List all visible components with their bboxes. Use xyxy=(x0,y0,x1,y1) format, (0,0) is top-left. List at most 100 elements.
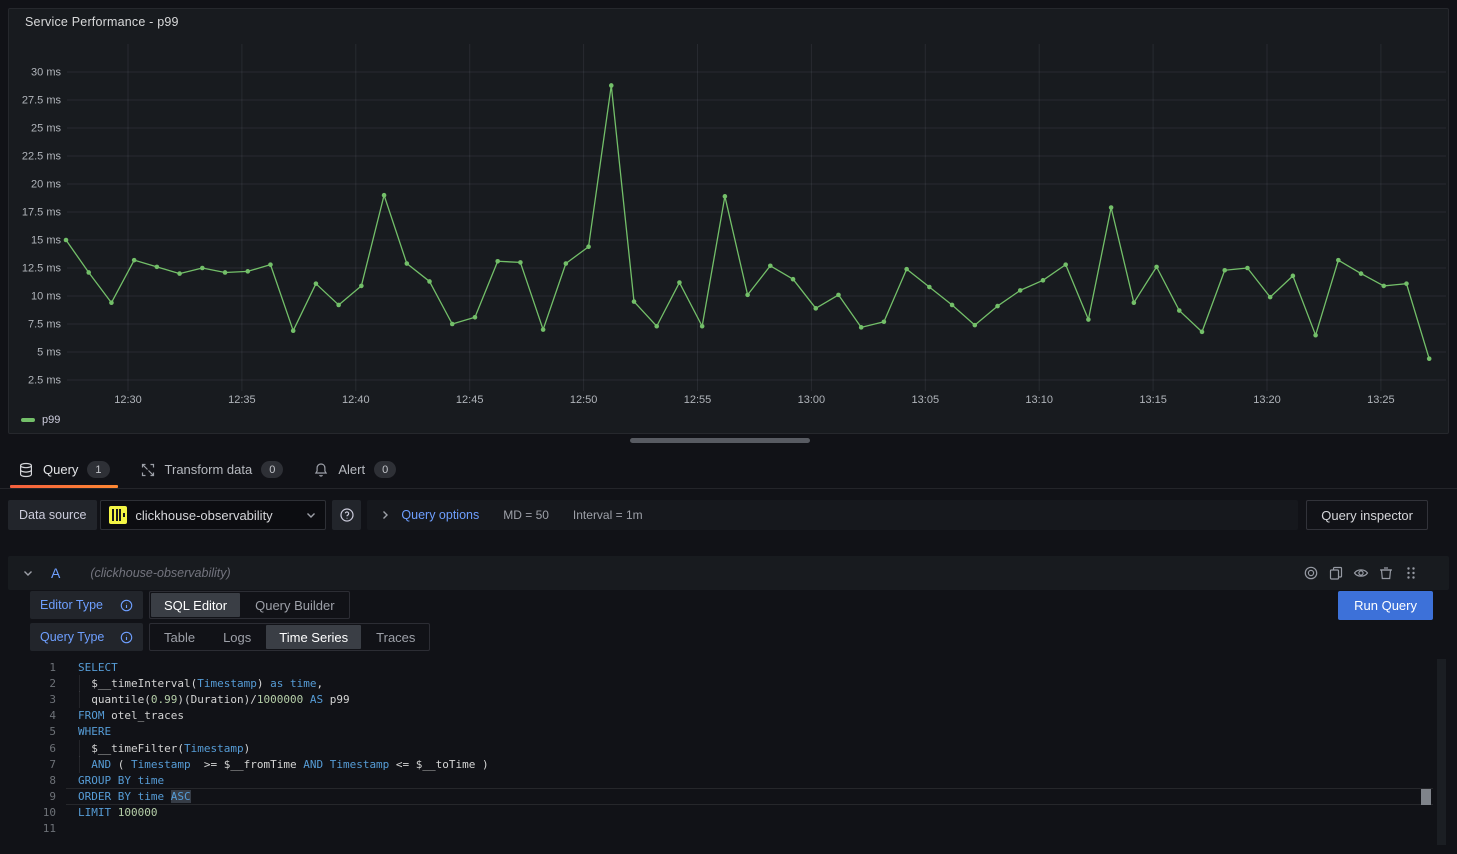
query-type-option-time-series[interactable]: Time Series xyxy=(266,625,361,649)
editor-type-label: Editor Type xyxy=(40,598,103,612)
svg-text:25 ms: 25 ms xyxy=(31,123,61,135)
line-number: 11 xyxy=(38,822,56,835)
query-toolbar: Data source clickhouse-observability Que… xyxy=(8,500,1428,530)
code-line-text: $__timeInterval(Timestamp) as time, xyxy=(78,677,323,690)
panel-horizontal-scrollbar[interactable] xyxy=(630,438,810,443)
line-number: 2 xyxy=(38,677,56,690)
code-line: 1SELECT xyxy=(38,659,1446,675)
indent-guide xyxy=(79,756,80,773)
eye-icon[interactable] xyxy=(1353,565,1369,581)
editor-tabbar: Query 1 Transform data 0 Alert 0 xyxy=(0,451,1457,489)
svg-text:12:30: 12:30 xyxy=(114,394,142,406)
tab-count-badge: 0 xyxy=(374,461,396,478)
editor-type-options: SQL Editor Query Builder xyxy=(149,591,350,619)
chevron-right-icon xyxy=(379,509,391,521)
svg-text:12:45: 12:45 xyxy=(456,394,484,406)
datasource-label: Data source xyxy=(8,500,97,530)
line-number: 5 xyxy=(38,725,56,738)
active-tab-indicator xyxy=(10,485,118,488)
tab-transform-data[interactable]: Transform data 0 xyxy=(130,451,294,488)
svg-text:12:55: 12:55 xyxy=(684,394,712,406)
grid xyxy=(67,44,1446,391)
database-icon xyxy=(18,462,34,478)
query-options-interval: Interval = 1m xyxy=(573,508,643,522)
svg-text:27.5 ms: 27.5 ms xyxy=(22,95,62,107)
svg-text:20 ms: 20 ms xyxy=(31,179,61,191)
code-line: 5 WHERE xyxy=(38,724,1446,740)
trash-icon[interactable] xyxy=(1378,565,1394,581)
line-number: 9 xyxy=(38,790,56,803)
timeseries-panel: Service Performance - p99 30 ms27.5 ms25… xyxy=(8,8,1449,434)
query-type-option-logs[interactable]: Logs xyxy=(209,624,265,650)
datasource-value: clickhouse-observability xyxy=(135,508,297,523)
series-line xyxy=(66,85,1429,358)
code-line: 6 $__timeFilter(Timestamp) xyxy=(38,740,1446,756)
info-circle-icon[interactable] xyxy=(120,599,133,612)
tab-alert[interactable]: Alert 0 xyxy=(303,451,406,488)
code-line-text: quantile(0.99)(Duration)/1000000 AS p99 xyxy=(78,693,350,706)
code-line-text: GROUP BY time xyxy=(78,774,164,787)
code-line-text: FROM otel_traces xyxy=(78,709,184,722)
query-options-md: MD = 50 xyxy=(503,508,549,522)
query-type-option-traces[interactable]: Traces xyxy=(362,624,429,650)
tab-label: Transform data xyxy=(165,462,253,477)
svg-text:22.5 ms: 22.5 ms xyxy=(22,151,62,163)
code-line: 11 xyxy=(38,821,1446,837)
collapse-chevron-icon[interactable] xyxy=(22,567,34,579)
svg-text:15 ms: 15 ms xyxy=(31,235,61,247)
indent-guide xyxy=(79,675,80,692)
line-number: 6 xyxy=(38,742,56,755)
tab-query[interactable]: Query 1 xyxy=(8,451,120,488)
code-line: 3 quantile(0.99)(Duration)/1000000 AS p9… xyxy=(38,691,1446,707)
series-points xyxy=(64,83,1432,361)
query-type-options: Table Logs Time Series Traces xyxy=(149,623,430,651)
svg-text:13:20: 13:20 xyxy=(1253,394,1281,406)
code-line: 9ORDER BY time ASC xyxy=(38,789,1446,805)
legend-item-p99[interactable]: p99 xyxy=(21,414,60,426)
code-line-text: $__timeFilter(Timestamp) xyxy=(78,742,250,755)
sql-code-editor[interactable]: 1SELECT2 $__timeInterval(Timestamp) as t… xyxy=(38,659,1446,845)
editor-type-row: Editor Type SQL Editor Query Builder xyxy=(30,591,350,619)
tab-count-badge: 1 xyxy=(87,461,109,478)
info-circle-icon[interactable] xyxy=(120,631,133,644)
current-line-highlight xyxy=(66,788,1433,805)
line-number: 7 xyxy=(38,758,56,771)
code-line: 8 GROUP BY time xyxy=(38,772,1446,788)
editor-type-option-sql-editor[interactable]: SQL Editor xyxy=(151,593,240,617)
circle-icon[interactable] xyxy=(1303,565,1319,581)
code-line-text: AND ( Timestamp >= $__fromTime AND Times… xyxy=(78,758,489,771)
editor-scrollbar[interactable] xyxy=(1437,659,1446,845)
code-line-text: LIMIT 100000 xyxy=(78,806,158,819)
editor-type-option-query-builder[interactable]: Query Builder xyxy=(241,592,348,618)
svg-text:13:15: 13:15 xyxy=(1139,394,1167,406)
query-datasource-hint: (clickhouse-observability) xyxy=(90,566,230,580)
code-line-text: SELECT xyxy=(78,661,118,674)
query-options-label: Query options xyxy=(401,508,479,522)
copy-icon[interactable] xyxy=(1328,565,1344,581)
svg-text:30 ms: 30 ms xyxy=(31,67,61,79)
code-line: 10LIMIT 100000 xyxy=(38,805,1446,821)
query-row-header[interactable]: A (clickhouse-observability) xyxy=(8,556,1449,590)
run-query-button[interactable]: Run Query xyxy=(1338,591,1433,620)
timeseries-chart[interactable]: 30 ms27.5 ms25 ms22.5 ms20 ms17.5 ms15 m… xyxy=(9,9,1448,433)
indent-guide xyxy=(79,691,80,708)
code-line-text: WHERE xyxy=(78,725,111,738)
query-type-row: Query Type Table Logs Time Series Traces xyxy=(30,623,430,651)
svg-text:2.5 ms: 2.5 ms xyxy=(28,375,62,387)
transform-icon xyxy=(140,462,156,478)
line-number: 8 xyxy=(38,774,56,787)
query-options-toggle[interactable]: Query options MD = 50 Interval = 1m xyxy=(367,500,1298,530)
query-type-label: Query Type xyxy=(40,630,104,644)
datasource-picker[interactable]: clickhouse-observability xyxy=(100,500,326,530)
drag-handle-icon[interactable] xyxy=(1403,565,1419,581)
datasource-help-button[interactable] xyxy=(332,500,361,530)
code-line: 4FROM otel_traces xyxy=(38,708,1446,724)
svg-text:13:10: 13:10 xyxy=(1025,394,1053,406)
code-line: 2 $__timeInterval(Timestamp) as time, xyxy=(38,675,1446,691)
svg-text:12:35: 12:35 xyxy=(228,394,256,406)
query-type-label-chip: Query Type xyxy=(30,623,143,651)
tab-count-badge: 0 xyxy=(261,461,283,478)
query-ref-id: A xyxy=(51,565,60,581)
query-inspector-button[interactable]: Query inspector xyxy=(1306,500,1428,530)
query-type-option-table[interactable]: Table xyxy=(150,624,209,650)
